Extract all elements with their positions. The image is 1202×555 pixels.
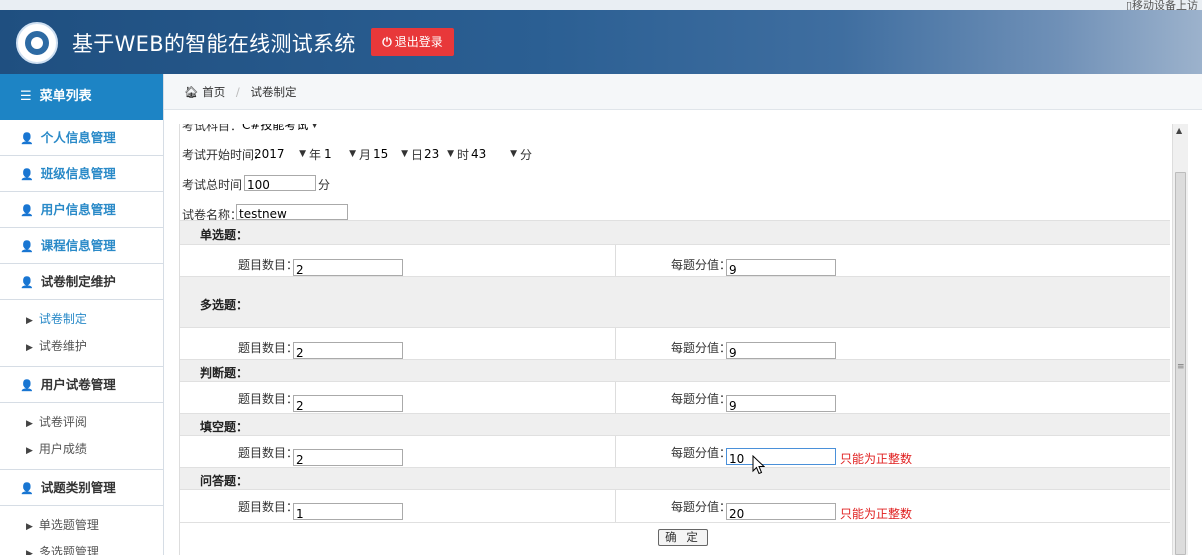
app-header: 基于WEB的智能在线测试系统 ⏻ 退出登录	[0, 10, 1202, 74]
fill-score-error: 只能为正整数	[840, 452, 913, 466]
sidebar-sub-single-choice[interactable]: ▶ 单选题管理	[0, 512, 163, 539]
logout-button[interactable]: ⏻ 退出登录	[371, 28, 454, 56]
field-row-judge: 题目数目： 2 每题分值： 9	[180, 381, 1170, 414]
vertical-scrollbar[interactable]: ▲ ≡	[1172, 124, 1188, 555]
user-icon: 👤	[20, 276, 34, 289]
user-icon: 👤	[20, 132, 34, 145]
multi-count-input[interactable]: 2	[293, 342, 403, 359]
single-score-input[interactable]: 9	[726, 259, 836, 276]
caret-right-icon: ▶	[26, 419, 33, 429]
year-select[interactable]: 2017 ▼	[254, 146, 308, 163]
sidebar-sub-multi-choice[interactable]: ▶ 多选题管理	[0, 539, 163, 555]
sidebar-item-question-types[interactable]: 👤 试题类别管理	[0, 470, 163, 506]
fill-count-input[interactable]: 2	[293, 449, 403, 466]
sidebar-header: ☰ 菜单列表	[0, 74, 163, 120]
subject-select[interactable]: C#技能考试 ▼	[242, 124, 320, 134]
user-icon: 👤	[20, 168, 34, 181]
breadcrumb-current: 试卷制定	[250, 85, 297, 99]
power-icon: ⏻	[382, 35, 392, 49]
breadcrumb: 🏠︎ 首页 / 试卷制定	[164, 74, 1202, 110]
sidebar-sub-paper-review[interactable]: ▶ 试卷评阅	[0, 409, 163, 436]
month-select[interactable]: 1 ▼	[324, 146, 358, 163]
caret-right-icon: ▶	[26, 549, 33, 555]
day-select[interactable]: 15 ▼	[373, 146, 410, 163]
user-icon: 👤	[20, 379, 34, 392]
sidebar-item-user-info[interactable]: 👤 用户信息管理	[0, 192, 163, 228]
multi-score-input[interactable]: 9	[726, 342, 836, 359]
form-frame: 考试科目： C#技能考试 ▼ 考试开始时间: 2017 ▼ 年 1 ▼ 月 15 ▼ 日…	[179, 124, 1188, 555]
scroll-grip-icon: ≡	[1177, 362, 1185, 372]
minute-select[interactable]: 43 ▼	[471, 146, 519, 163]
list-icon: ☰	[20, 89, 32, 104]
sidebar-item-course-info[interactable]: 👤 课程信息管理	[0, 228, 163, 264]
essay-score-input[interactable]: 20	[726, 503, 836, 520]
scroll-up-icon[interactable]: ▲	[1176, 126, 1182, 135]
university-logo	[16, 22, 58, 64]
caret-right-icon: ▶	[26, 343, 33, 353]
home-icon: 🏠︎	[184, 85, 199, 99]
paper-name-input[interactable]: testnew	[236, 204, 348, 220]
breadcrumb-home[interactable]: 首页	[202, 85, 225, 99]
logout-label: 退出登录	[394, 35, 443, 49]
user-icon: 👤	[20, 240, 34, 253]
mouse-cursor-icon	[752, 455, 765, 475]
chevron-down-icon: ▼	[510, 149, 517, 159]
chevron-down-icon: ▼	[349, 149, 356, 159]
chevron-down-icon: ▼	[299, 149, 306, 159]
judge-count-input[interactable]: 2	[293, 395, 403, 412]
sidebar-sub-paper-maintain[interactable]: ▶ 试卷维护	[0, 333, 163, 360]
section-row-single: 单选题：	[180, 220, 1170, 245]
essay-score-error: 只能为正整数	[840, 507, 913, 521]
chevron-down-icon: ▼	[401, 149, 408, 159]
section-row-multi: 多选题：	[180, 276, 1170, 328]
hour-select[interactable]: 23 ▼	[424, 146, 456, 163]
user-icon: 👤	[20, 204, 34, 217]
essay-count-input[interactable]: 1	[293, 503, 403, 520]
caret-right-icon: ▶	[26, 522, 33, 532]
caret-right-icon: ▶	[26, 446, 33, 456]
user-icon: 👤	[20, 482, 34, 495]
app-title: 基于WEB的智能在线测试系统	[72, 32, 356, 56]
sidebar-sub-paper-create[interactable]: ▶ 试卷制定	[0, 306, 163, 333]
chevron-down-icon: ▼	[311, 124, 318, 130]
sidebar: ☰ 菜单列表 👤 个人信息管理 👤 班级信息管理 👤 用户信息管理 👤 课程信息管理 👤 试…	[0, 74, 164, 555]
start-time-label: 考试开始时间:	[182, 148, 259, 162]
sidebar-item-class-info[interactable]: 👤 班级信息管理	[0, 156, 163, 192]
field-row-single: 题目数目： 2 每题分值： 9	[180, 244, 1170, 277]
single-count-input[interactable]: 2	[293, 259, 403, 276]
sidebar-title: 菜单列表	[39, 89, 92, 104]
chevron-down-icon: ▼	[447, 149, 454, 159]
main-content: 考试科目： C#技能考试 ▼ 考试开始时间: 2017 ▼ 年 1 ▼ 月 15 ▼ 日…	[164, 110, 1202, 555]
subject-label: 考试科目：	[182, 124, 243, 133]
sidebar-sub-user-scores[interactable]: ▶ 用户成绩	[0, 436, 163, 463]
sidebar-item-paper-setup[interactable]: 👤 试卷制定维护	[0, 264, 163, 300]
section-row-essay: 问答题：	[180, 467, 1170, 490]
field-row-essay: 题目数目： 1 每题分值： 20 只能为正整数	[180, 489, 1170, 523]
sidebar-item-user-paper[interactable]: 👤 用户试卷管理	[0, 367, 163, 403]
section-row-judge: 判断题：	[180, 359, 1170, 382]
duration-input[interactable]: 100	[244, 175, 316, 191]
field-row-multi: 题目数目： 2 每题分值： 9	[180, 327, 1170, 360]
field-row-fill: 题目数目： 2 每题分值： 10 只能为正整数	[180, 435, 1170, 468]
section-row-fill: 填空题：	[180, 413, 1170, 436]
fill-score-input[interactable]: 10	[726, 448, 836, 465]
top-strip: ▯移动设备上访	[0, 0, 1202, 12]
caret-right-icon: ▶	[26, 316, 33, 326]
confirm-button[interactable]: 确 定	[658, 529, 708, 546]
judge-score-input[interactable]: 9	[726, 395, 836, 412]
sidebar-item-personal-info[interactable]: 👤 个人信息管理	[0, 120, 163, 156]
